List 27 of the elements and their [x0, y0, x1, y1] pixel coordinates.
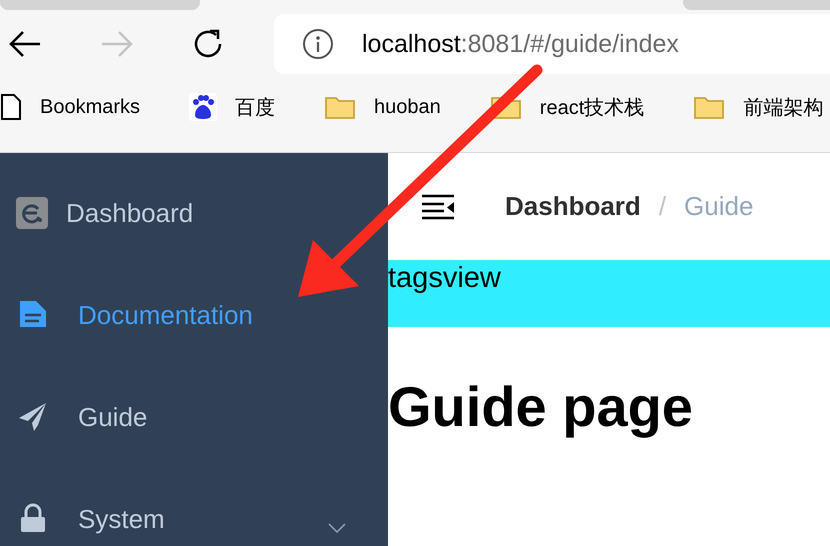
paw-logo	[189, 93, 218, 121]
lock-icon	[18, 503, 48, 533]
bookmark[interactable]: 百度	[189, 93, 276, 121]
bookmark[interactable]: 前端架构	[693, 94, 824, 120]
tagsview-label: tagsview	[388, 262, 501, 295]
bookmark[interactable]: react技术栈	[490, 94, 644, 120]
bookmark[interactable]: huoban	[324, 94, 441, 120]
paper-plane-icon	[18, 401, 48, 431]
bookmark[interactable]: Bookmarks	[0, 93, 140, 121]
address-bar[interactable]: localhost:8081/#/guide/index	[274, 14, 830, 74]
info-icon[interactable]	[302, 28, 334, 60]
document-icon	[18, 299, 48, 329]
page-heading: Guide page	[388, 375, 694, 439]
breadcrumb-link[interactable]: Dashboard	[505, 191, 641, 222]
url-text: localhost:8081/#/guide/index	[362, 30, 679, 58]
menu-item[interactable]: Guide	[0, 401, 388, 433]
folder-icon	[324, 94, 356, 120]
menu-item[interactable]: Documentation	[0, 299, 388, 331]
reload-icon[interactable]	[192, 28, 224, 60]
back-icon[interactable]	[8, 30, 42, 58]
menu-item[interactable]: System	[0, 503, 388, 535]
dashboard-icon	[16, 197, 48, 229]
menu-icon[interactable]	[421, 194, 455, 220]
chevron-icon[interactable]	[328, 523, 346, 533]
folder-icon	[693, 94, 726, 120]
breadcrumb-separator: /	[658, 191, 666, 222]
menu-item[interactable]: Dashboard	[0, 197, 388, 229]
